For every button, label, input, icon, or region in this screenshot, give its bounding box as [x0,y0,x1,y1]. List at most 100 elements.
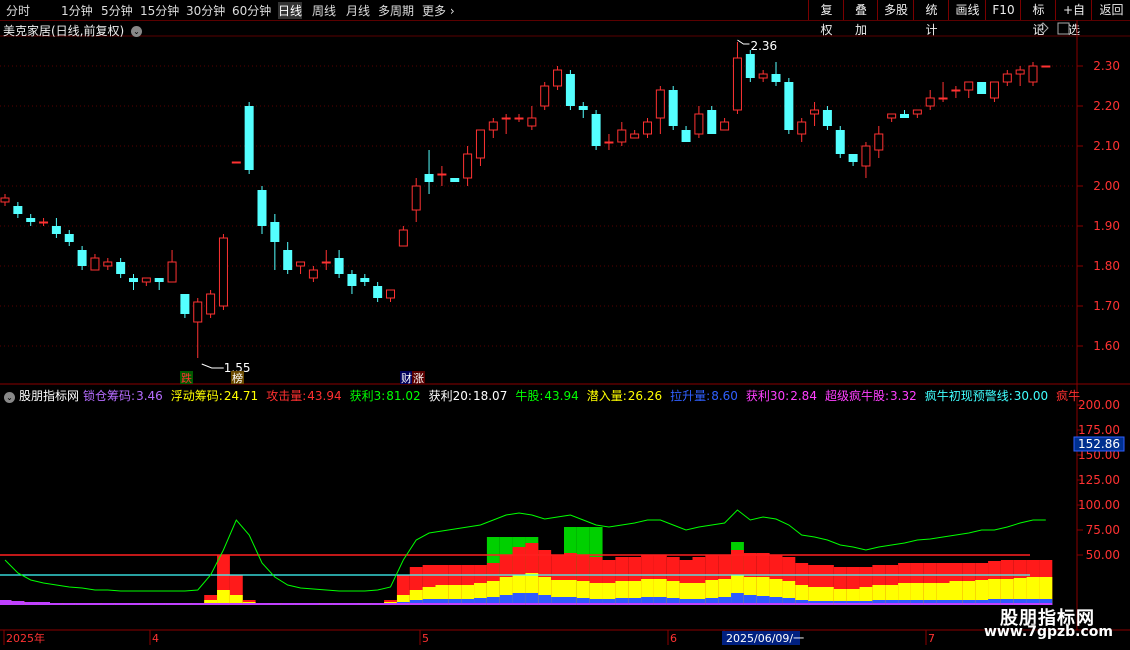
indicator-purple-band [564,603,577,605]
candle-body [283,250,293,270]
indicator-purple-band [24,602,38,605]
settings-icon[interactable]: ⌄ [4,392,15,403]
indicator-purple-band [319,603,333,605]
candle-body [296,261,306,267]
indicator-tick-label: 75.00 [1086,523,1120,537]
candle-body [630,133,640,139]
candle-body [797,121,807,135]
indicator-item-5: 牛股:43.94 [515,389,582,403]
window-icon[interactable] [1057,22,1070,35]
indicator-purple-band [756,603,770,605]
indicator-tick-label: 200.00 [1078,398,1120,412]
indicator-purple-band [75,603,89,605]
candle-body [964,81,974,91]
candle-body [655,89,665,119]
indicator-purple-band [165,603,179,605]
indicator-item-label: 潜入量: [586,389,627,403]
candle-body [977,82,987,94]
indicator-item-value: 30.00 [1013,389,1049,403]
date-tick-label: 5 [422,632,429,645]
indicator-purple-band [525,603,539,605]
indicator-purple-band [50,603,63,605]
indicator-item-11: 疯牛极端预警线 [1056,389,1080,403]
indicator-purple-band [474,603,487,605]
candle-body [334,258,344,274]
candle-body [835,130,845,154]
indicator-item-value: 8.60 [711,389,738,403]
indicator-purple-band [615,603,629,605]
current-value-label: 152.86 [1078,437,1120,451]
indicator-purple-band [949,603,963,605]
candle-body [411,185,421,211]
candle-body [0,197,10,203]
candle-body [270,222,280,242]
indicator-purple-band [384,603,397,605]
indicator-item-value: 26.26 [627,389,663,403]
candle-body [308,269,318,279]
price-tick-label: 2.30 [1093,59,1120,73]
candle-body [475,129,485,159]
indicator-purple-band [345,603,359,605]
indicator-purple-band [486,603,500,605]
indicator-purple-band [962,603,976,605]
indicator-item-label: 牛股: [515,389,544,403]
indicator-item-label: 疯牛极端预警线 [1056,389,1080,403]
indicator-purple-band [923,603,937,605]
indicator-purple-band [358,603,372,605]
indicator-item-6: 潜入量:26.26 [587,389,666,403]
date-tick-label: 2025/06/09/一 [726,632,804,645]
candle-body [720,121,730,131]
candle-body [617,129,627,143]
candle-body [810,109,820,115]
indicator-item-3: 获利3:81.02 [350,389,425,403]
candle-body [1002,73,1012,83]
candle-body [848,154,858,162]
indicator-purple-band [229,603,243,605]
price-tick-label: 1.60 [1093,339,1120,353]
candle-body [424,174,434,182]
candle-body [540,85,550,107]
indicator-item-9: 超级疯牛股:3.32 [825,389,921,403]
stock-title[interactable]: 美克家居(日线,前复权) ⌄ [3,22,143,39]
indicator-purple-band [833,603,847,605]
indicator-purple-band [281,603,295,605]
candle-body [463,153,473,179]
candle-body [154,278,164,282]
candle-body [193,301,203,323]
diamond-icon[interactable] [1037,22,1049,34]
indicator-item-label: 获利30: [745,389,790,403]
indicator-purple-band [499,603,513,605]
candle-body [218,237,228,307]
indicator-purple-band [936,603,950,605]
date-tick-label: 4 [152,632,159,645]
candle-body [77,250,87,266]
candle-body [604,141,614,144]
indicator-purple-band [666,603,680,605]
date-tick-label: 6 [670,632,677,645]
indicator-purple-band [872,603,886,605]
indicator-purple-band [217,603,230,605]
candle-body [861,145,871,167]
indicator-purple-band [101,603,115,605]
indicator-purple-band [641,603,654,605]
candle-body [951,89,961,92]
watermark: 股朋指标网 www.7gpzb.com [980,604,1120,644]
indicator-item-value: 43.94 [307,389,342,403]
indicator-purple-band [435,603,449,605]
chevron-down-icon[interactable]: ⌄ [131,26,143,37]
indicator-purple-band [885,603,899,605]
candle-body [116,262,126,274]
candle-body [514,117,524,120]
candle-body [1028,65,1038,83]
candle-body [360,278,370,282]
indicator-purple-band [898,603,911,605]
candle-body [887,113,897,119]
chart-area[interactable]: 2.302.202.102.001.901.801.701.602.361.55… [0,0,1130,650]
candle-body [681,130,691,142]
event-tag: 财 [401,371,412,385]
candle-body [771,74,781,82]
indicator-item-7: 拉升量:8.60 [670,389,742,403]
candle-body [231,161,241,164]
indicator-purple-band [910,603,924,605]
indicator-item-label: 拉升量: [670,389,711,403]
